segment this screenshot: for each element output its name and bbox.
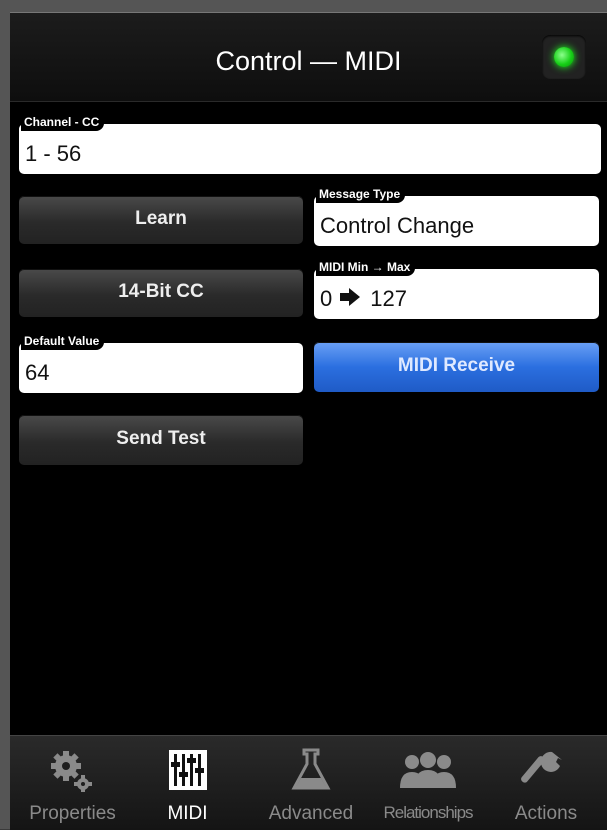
midi-range-field[interactable]: MIDI Min → Max 0 127 [314, 260, 599, 319]
midi-max-value: 127 [370, 286, 407, 311]
tab-bar: Properties MIDI Advanced Relationships A… [10, 735, 607, 830]
tab-midi[interactable]: MIDI [135, 736, 240, 830]
message-type-value: Control Change [320, 213, 475, 238]
channel-cc-label: Channel - CC [21, 115, 105, 131]
flask-icon [252, 748, 370, 792]
arrow-right-icon [340, 286, 361, 312]
14-bit-cc-button-label: 14-Bit CC [118, 281, 204, 302]
page-title: Control — MIDI [215, 46, 402, 76]
wrench-icon [490, 748, 602, 792]
status-led [542, 35, 586, 79]
send-test-button-label: Send Test [116, 428, 206, 449]
window-frame: Control — MIDI Channel - CC 1 - 56 Learn… [0, 0, 607, 830]
midi-receive-button[interactable]: MIDI Receive [314, 342, 599, 392]
tab-properties[interactable]: Properties [10, 736, 135, 830]
tab-advanced[interactable]: Advanced [252, 736, 370, 830]
default-value-label: Default Value [21, 334, 105, 350]
message-type-label: Message Type [316, 187, 406, 203]
message-type-field[interactable]: Message Type Control Change [314, 187, 599, 246]
default-value-field[interactable]: Default Value 64 [19, 334, 303, 393]
sliders-icon [135, 748, 240, 792]
tab-midi-label: MIDI [167, 803, 208, 824]
14-bit-cc-button[interactable]: 14-Bit CC [19, 269, 303, 317]
tab-relationships-label: Relationships [383, 803, 473, 822]
tab-relationships[interactable]: Relationships [370, 736, 486, 830]
tab-properties-label: Properties [29, 803, 116, 824]
learn-button[interactable]: Learn [19, 196, 303, 244]
midi-range-label: MIDI Min → Max [316, 260, 416, 276]
status-led-icon [554, 47, 574, 67]
midi-min-value: 0 [320, 286, 333, 311]
title-bar: Control — MIDI [10, 13, 607, 102]
people-icon [370, 748, 486, 792]
tab-actions[interactable]: Actions [490, 736, 602, 830]
tab-actions-label: Actions [514, 803, 578, 824]
channel-cc-field[interactable]: Channel - CC 1 - 56 [19, 115, 601, 174]
control-panel: Control — MIDI Channel - CC 1 - 56 Learn… [10, 12, 607, 830]
midi-receive-button-label: MIDI Receive [397, 355, 516, 376]
learn-button-label: Learn [135, 208, 187, 229]
gears-icon [10, 748, 135, 793]
send-test-button[interactable]: Send Test [19, 415, 303, 465]
default-value-value: 64 [25, 360, 50, 385]
midi-range-value: 0 127 [320, 286, 407, 312]
tab-advanced-label: Advanced [268, 803, 354, 824]
channel-cc-value: 1 - 56 [25, 141, 82, 166]
